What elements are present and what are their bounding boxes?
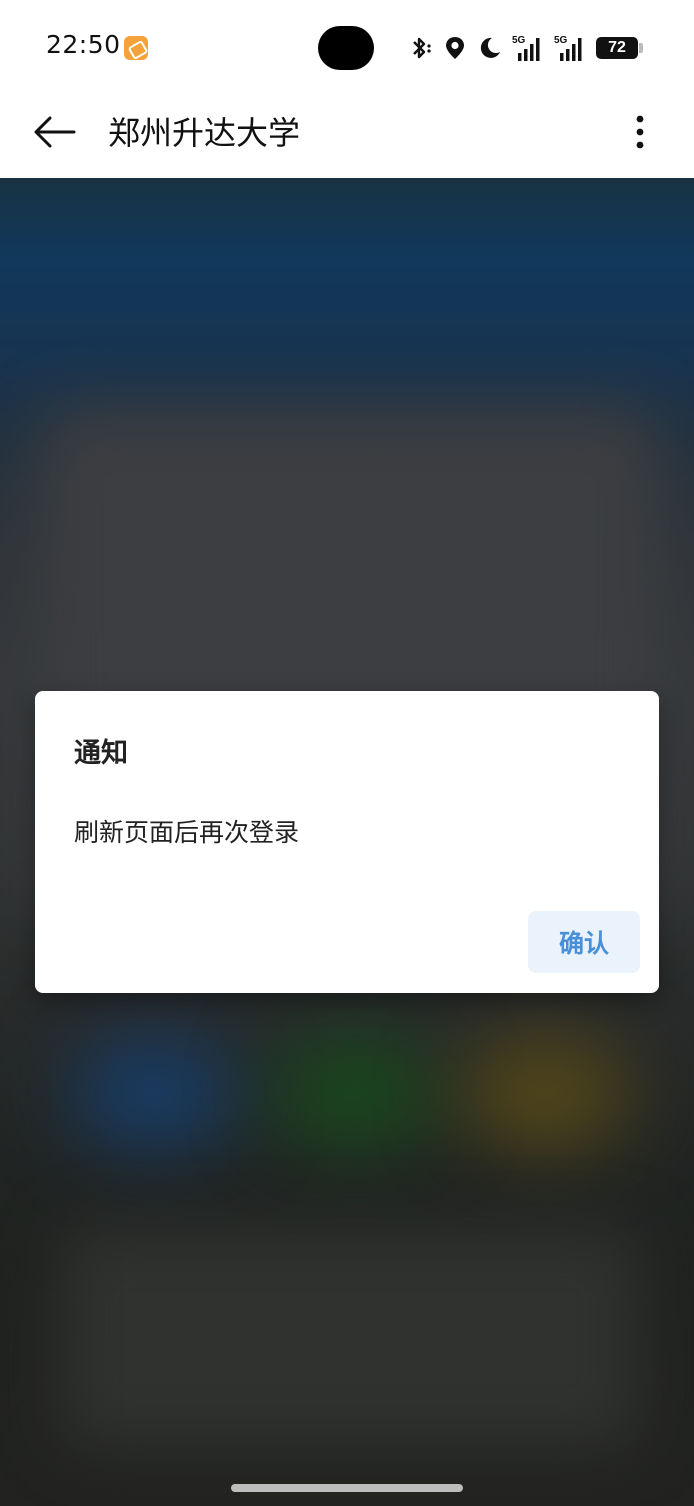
status-icons: 5G 5G 72	[408, 30, 643, 66]
moon-icon	[480, 37, 500, 58]
home-indicator[interactable]	[231, 1484, 463, 1492]
notification-dialog: 通知 刷新页面后再次登录 确认	[35, 691, 659, 993]
bluetooth-icon	[413, 37, 431, 59]
camera-cutout	[318, 26, 374, 70]
dialog-message: 刷新页面后再次登录	[74, 818, 300, 847]
dialog-title: 通知	[74, 738, 128, 769]
location-icon	[446, 37, 464, 59]
back-button[interactable]	[28, 106, 80, 158]
confirm-button[interactable]: 确认	[528, 911, 640, 973]
app-bar: 郑州升达大学	[0, 92, 694, 178]
signal-label-1: 5G	[512, 35, 526, 46]
battery-icon: 72	[596, 37, 643, 59]
battery-level: 72	[608, 39, 626, 56]
signal-label-2: 5G	[554, 35, 568, 46]
back-arrow-icon	[34, 116, 76, 148]
page-title: 郑州升达大学	[108, 114, 301, 152]
status-bar: 22:50 5G 5G 72	[0, 0, 694, 92]
signal-5g-icon: 5G	[512, 35, 540, 61]
more-options-button[interactable]	[620, 106, 660, 158]
app-badge-icon	[124, 36, 148, 60]
clock: 22:50	[46, 30, 121, 59]
more-vertical-icon	[636, 115, 644, 149]
signal-5g-icon: 5G	[554, 35, 582, 61]
